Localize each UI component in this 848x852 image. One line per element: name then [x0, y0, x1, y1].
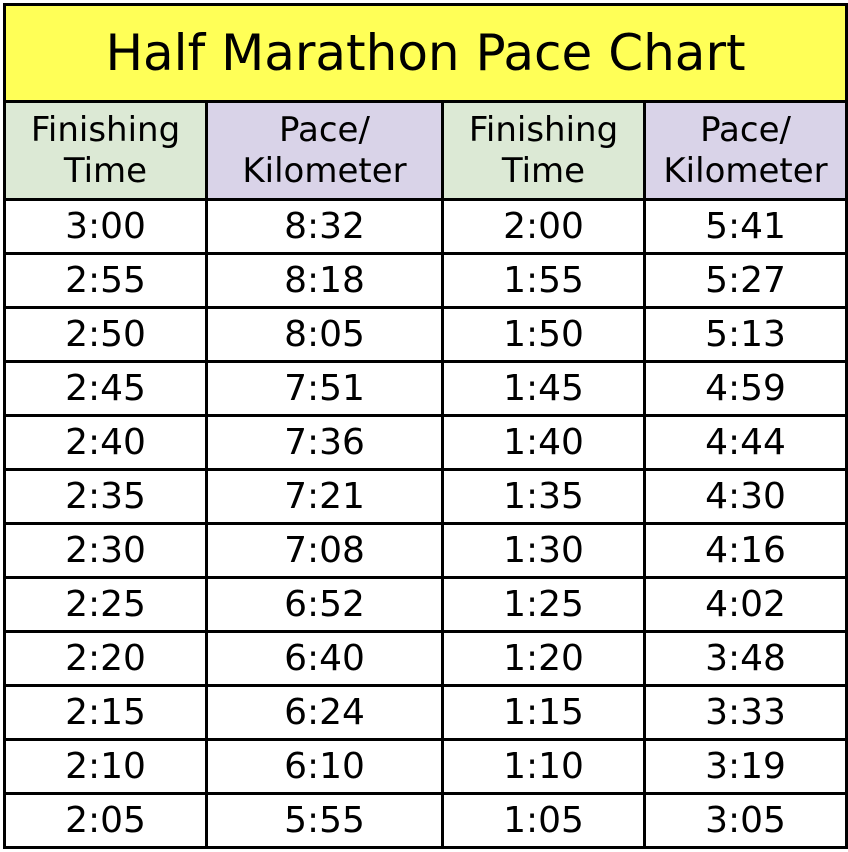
- table-row: 2:10 6:10 1:10 3:19: [3, 738, 848, 795]
- table-row: 2:30 7:08 1:30 4:16: [3, 522, 848, 579]
- finishing-time-cell: 2:50: [3, 306, 208, 363]
- pace-cell: 5:41: [642, 198, 848, 255]
- table-body: 3:00 8:32 2:00 5:41 2:55 8:18 1:55 5:27 2:50 8:05…: [3, 198, 848, 849]
- pace-cell: 4:16: [642, 522, 848, 579]
- pace-cell: 6:52: [205, 576, 444, 633]
- table-row: 2:35 7:21 1:35 4:30: [3, 468, 848, 525]
- pace-cell: 4:30: [642, 468, 848, 525]
- header-line: Time: [63, 150, 148, 191]
- header-pace-per-km-2: Pace/ Kilometer: [642, 100, 848, 201]
- pace-cell: 6:24: [205, 684, 444, 741]
- pace-cell: 6:10: [205, 738, 444, 795]
- pace-cell: 8:18: [205, 252, 444, 309]
- finishing-time-cell: 2:10: [3, 738, 208, 795]
- table-row: 2:25 6:52 1:25 4:02: [3, 576, 848, 633]
- finishing-time-cell: 2:45: [3, 360, 208, 417]
- table-row: 2:55 8:18 1:55 5:27: [3, 252, 848, 309]
- table-row: 2:40 7:36 1:40 4:44: [3, 414, 848, 471]
- pace-cell: 8:32: [205, 198, 444, 255]
- pace-cell: 4:44: [642, 414, 848, 471]
- finishing-time-cell: 3:00: [3, 198, 208, 255]
- header-line: Kilometer: [242, 150, 407, 191]
- finishing-time-cell: 1:25: [441, 576, 646, 633]
- finishing-time-cell: 1:50: [441, 306, 646, 363]
- header-line: Pace/: [700, 109, 791, 150]
- pace-cell: 5:13: [642, 306, 848, 363]
- finishing-time-cell: 1:40: [441, 414, 646, 471]
- header-finishing-time-2: Finishing Time: [441, 100, 646, 201]
- finishing-time-cell: 1:30: [441, 522, 646, 579]
- finishing-time-cell: 2:05: [3, 792, 208, 849]
- finishing-time-cell: 2:20: [3, 630, 208, 687]
- header-finishing-time-1: Finishing Time: [3, 100, 208, 201]
- pace-cell: 3:33: [642, 684, 848, 741]
- table-row: 2:05 5:55 1:05 3:05: [3, 792, 848, 849]
- finishing-time-cell: 2:35: [3, 468, 208, 525]
- finishing-time-cell: 1:15: [441, 684, 646, 741]
- pace-cell: 3:19: [642, 738, 848, 795]
- finishing-time-cell: 1:20: [441, 630, 646, 687]
- pace-cell: 3:05: [642, 792, 848, 849]
- table-row: 2:20 6:40 1:20 3:48: [3, 630, 848, 687]
- finishing-time-cell: 1:45: [441, 360, 646, 417]
- pace-cell: 6:40: [205, 630, 444, 687]
- header-pace-per-km-1: Pace/ Kilometer: [205, 100, 444, 201]
- finishing-time-cell: 2:15: [3, 684, 208, 741]
- title-row: Half Marathon Pace Chart: [2, 3, 848, 103]
- pace-cell: 5:55: [205, 792, 444, 849]
- header-line: Finishing: [30, 109, 181, 150]
- finishing-time-cell: 1:05: [441, 792, 646, 849]
- header-line: Finishing: [468, 109, 619, 150]
- pace-cell: 8:05: [205, 306, 444, 363]
- header-line: Time: [501, 150, 586, 191]
- pace-cell: 4:02: [642, 576, 848, 633]
- header-line: Kilometer: [663, 150, 828, 191]
- header-line: Pace/: [279, 109, 370, 150]
- pace-cell: 5:27: [642, 252, 848, 309]
- finishing-time-cell: 2:40: [3, 414, 208, 471]
- pace-cell: 3:48: [642, 630, 848, 687]
- pace-cell: 7:21: [205, 468, 444, 525]
- pace-cell: 4:59: [642, 360, 848, 417]
- finishing-time-cell: 1:55: [441, 252, 646, 309]
- table-row: 2:50 8:05 1:50 5:13: [3, 306, 848, 363]
- finishing-time-cell: 1:10: [441, 738, 646, 795]
- pace-chart-table: Half Marathon Pace Chart Finishing Time …: [2, 3, 848, 849]
- pace-cell: 7:51: [205, 360, 444, 417]
- table-row: 3:00 8:32 2:00 5:41: [3, 198, 848, 255]
- finishing-time-cell: 1:35: [441, 468, 646, 525]
- finishing-time-cell: 2:25: [3, 576, 208, 633]
- chart-title: Half Marathon Pace Chart: [2, 3, 848, 103]
- finishing-time-cell: 2:30: [3, 522, 208, 579]
- table-row: 2:45 7:51 1:45 4:59: [3, 360, 848, 417]
- pace-cell: 7:08: [205, 522, 444, 579]
- finishing-time-cell: 2:55: [3, 252, 208, 309]
- pace-cell: 7:36: [205, 414, 444, 471]
- table-row: 2:15 6:24 1:15 3:33: [3, 684, 848, 741]
- header-row: Finishing Time Pace/ Kilometer Finishing…: [3, 100, 848, 201]
- finishing-time-cell: 2:00: [441, 198, 646, 255]
